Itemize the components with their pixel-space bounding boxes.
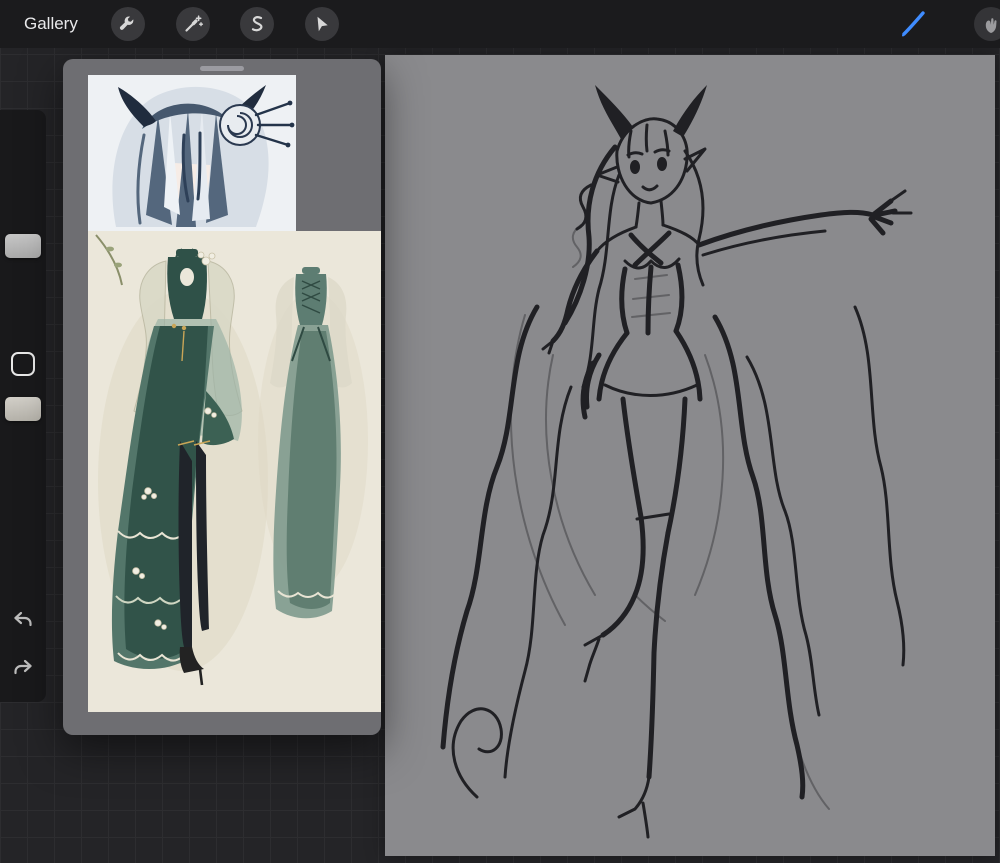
sidebar [0, 110, 46, 702]
magic-wand-icon [182, 13, 204, 35]
actions-button[interactable] [111, 7, 145, 41]
smudge-finger-icon [980, 13, 1000, 35]
undo-button[interactable] [11, 608, 35, 632]
outfit-design-reference [88, 231, 381, 712]
cursor-arrow-icon [311, 13, 333, 35]
brush-size-handle[interactable] [5, 234, 41, 258]
opacity-handle[interactable] [5, 397, 41, 421]
opacity-slider[interactable] [0, 340, 46, 520]
paint-tool-button[interactable] [896, 7, 930, 41]
procreate-workspace: Gallery [0, 0, 1000, 863]
wrench-icon [117, 13, 139, 35]
drawing-canvas[interactable] [385, 55, 995, 856]
adjustments-button[interactable] [176, 7, 210, 41]
transform-button[interactable] [305, 7, 339, 41]
redo-button[interactable] [11, 656, 35, 680]
brush-size-slider[interactable] [0, 110, 46, 340]
character-head-reference [88, 75, 296, 231]
paintbrush-icon [898, 9, 928, 39]
selection-button[interactable] [240, 7, 274, 41]
gallery-button[interactable]: Gallery [24, 0, 78, 48]
top-toolbar: Gallery [0, 0, 1000, 48]
reference-panel[interactable] [63, 59, 381, 735]
character-sketch [440, 85, 913, 839]
redo-arrow-icon [11, 659, 35, 683]
selection-s-icon [246, 13, 268, 35]
drag-handle[interactable] [200, 66, 244, 71]
smudge-tool-button[interactable] [974, 7, 1000, 41]
workspace [0, 48, 1000, 863]
undo-arrow-icon [11, 611, 35, 635]
